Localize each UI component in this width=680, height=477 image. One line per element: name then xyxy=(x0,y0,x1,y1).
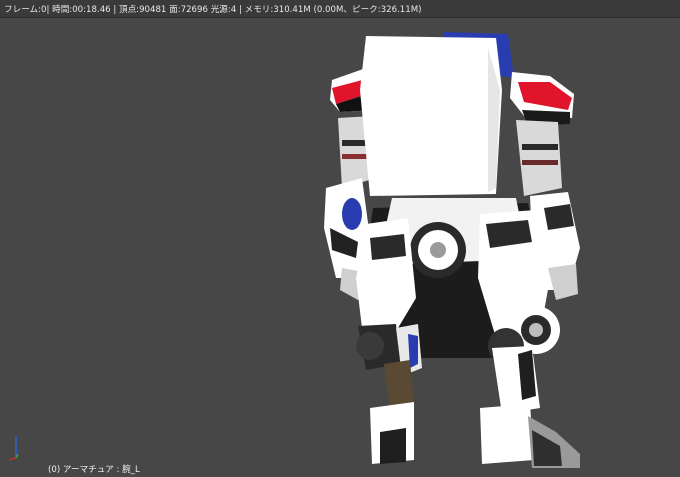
robot-model[interactable] xyxy=(318,28,588,473)
scene-stats: フレーム:0| 時間:00:18.46 | 頂点:90481 面:72696 光… xyxy=(4,5,422,15)
left-forearm-blue-panel xyxy=(342,198,362,230)
xyz-axis-icon xyxy=(8,436,19,461)
active-object-label: (0) アーマチュア : 腕_L xyxy=(48,465,140,475)
3d-viewport[interactable]: フレーム:0| 時間:00:18.46 | 頂点:90481 面:72696 光… xyxy=(0,0,680,477)
viewport-header: フレーム:0| 時間:00:18.46 | 頂点:90481 面:72696 光… xyxy=(0,0,680,18)
torso-block xyxy=(360,36,502,196)
right-foot xyxy=(480,404,534,464)
